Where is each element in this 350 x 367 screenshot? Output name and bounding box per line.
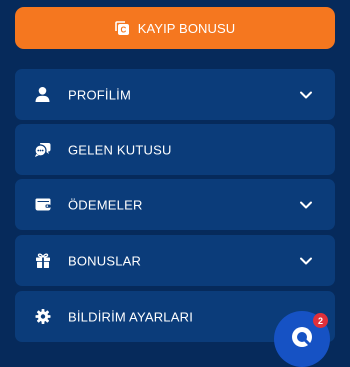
- menu-item-label: ÖDEMELER: [68, 197, 143, 212]
- chevron-down-icon[interactable]: [299, 88, 313, 102]
- menu-item-payments[interactable]: ÖDEMELER: [15, 179, 335, 230]
- chat-bubbles-icon: [34, 141, 51, 158]
- wallet-icon: [34, 196, 51, 213]
- chat-support-icon: [290, 325, 314, 349]
- lost-bonus-label: KAYIP BONUSU: [137, 20, 236, 36]
- gear-icon: [34, 308, 51, 325]
- menu-item-label: BONUSLAR: [68, 253, 142, 268]
- menu-item-inbox[interactable]: GELEN KUTUSU: [15, 124, 335, 175]
- menu-item-label: BİLDİRİM AYARLARI: [68, 309, 194, 324]
- user-icon: [34, 86, 51, 103]
- gift-icon: [34, 252, 51, 269]
- menu-item-bonuses[interactable]: BONUSLAR: [15, 235, 335, 286]
- menu-item-profile[interactable]: PROFİLİM: [15, 69, 335, 120]
- menu-item-label: GELEN KUTUSU: [68, 142, 172, 157]
- notification-badge: 2: [313, 313, 328, 328]
- menu-item-label: PROFİLİM: [68, 87, 131, 102]
- lost-bonus-button[interactable]: C KAYIP BONUSU: [15, 7, 335, 49]
- chevron-down-icon[interactable]: [299, 198, 313, 212]
- svg-text:C: C: [120, 25, 126, 34]
- coin-return-icon: C: [114, 20, 130, 36]
- chevron-down-icon[interactable]: [299, 254, 313, 268]
